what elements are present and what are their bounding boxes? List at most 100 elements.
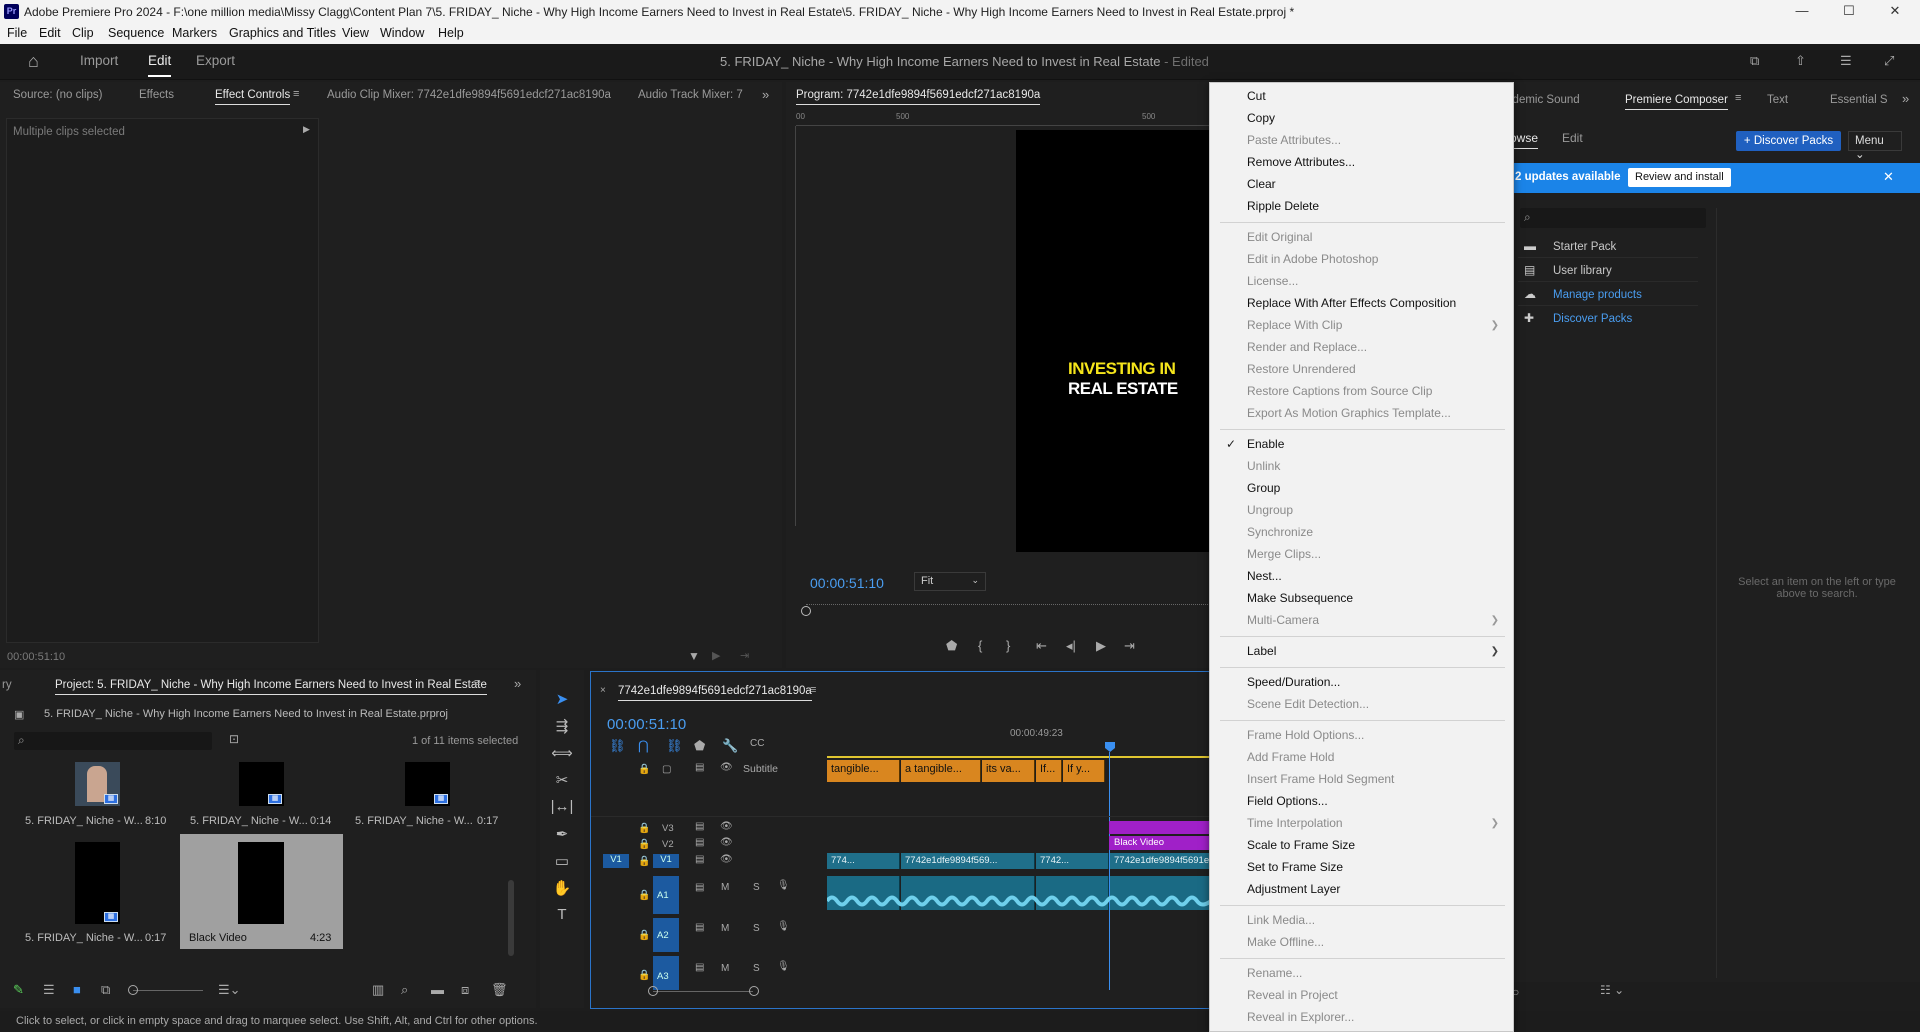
video-clip[interactable]: 7742... (1036, 853, 1109, 869)
work-area-bar[interactable] (827, 756, 1211, 758)
list-item-starter-pack[interactable]: ▬ Starter Pack (1518, 236, 1698, 258)
play-icon[interactable]: ▶ (1096, 638, 1106, 654)
wrench-icon[interactable]: 🔧 (722, 738, 738, 754)
slip-tool-icon[interactable]: |↔| (550, 798, 574, 815)
more-tabs-icon[interactable]: » (762, 87, 769, 102)
panel-menu-icon[interactable]: ≡ (474, 677, 480, 689)
menu-view[interactable]: View (342, 26, 369, 40)
list-view-icon[interactable]: ☰ (43, 982, 55, 998)
project-item-black-video[interactable]: Black Video 4:23 (180, 834, 343, 949)
freeform-view-icon[interactable]: ⧉ (101, 982, 110, 998)
quick-export-icon[interactable]: ⧉ (1750, 53, 1759, 69)
step-forward-icon[interactable]: ⇥ (1124, 638, 1135, 654)
tab-epidemic-sound[interactable]: idemic Sound (1510, 94, 1580, 106)
lock-icon[interactable]: 🔒 (638, 930, 650, 941)
film-icon[interactable]: ▤ (695, 962, 704, 973)
caption-clip[interactable]: tangible... (827, 760, 900, 782)
tab-project[interactable]: Project: 5. FRIDAY_ Niche - Why High Inc… (55, 679, 487, 695)
track-label-v1[interactable]: V1 (653, 854, 679, 868)
project-item-thumbnail[interactable]: ▦ (239, 762, 284, 806)
tab-source[interactable]: Source: (no clips) (13, 89, 102, 101)
mute-button[interactable]: M (721, 882, 729, 893)
video-clip[interactable]: 7742e1dfe9894f5691ed (1110, 853, 1211, 869)
menu-edit[interactable]: Edit (39, 26, 61, 40)
program-scrub-bar[interactable] (801, 604, 1210, 616)
tab-effects[interactable]: Effects (139, 89, 174, 101)
tab-composer-edit[interactable]: Edit (1562, 131, 1583, 145)
maximize-button[interactable]: ☐ (1834, 3, 1864, 19)
black-video-clip[interactable]: Black Video (1109, 836, 1211, 850)
ripple-edit-tool-icon[interactable]: ⟺ (550, 744, 574, 762)
target-icon[interactable]: ▢ (662, 764, 671, 775)
menu-item-ripple-delete[interactable]: Ripple Delete (1247, 199, 1319, 213)
mute-button[interactable]: M (721, 963, 729, 974)
pencil-icon[interactable]: ✎ (13, 982, 24, 998)
icon-view-icon[interactable]: ■ (73, 982, 81, 997)
tab-audio-track-mixer[interactable]: Audio Track Mixer: 7 (638, 89, 743, 101)
project-search-input[interactable]: ⌕ (14, 732, 212, 750)
tab-export[interactable]: Export (196, 53, 235, 68)
film-icon[interactable]: ▤ (695, 821, 704, 832)
step-back-icon[interactable]: ◂| (1066, 638, 1076, 654)
new-item-icon[interactable]: ⧈ (461, 982, 469, 998)
new-bin-icon[interactable]: ▬ (431, 982, 444, 997)
caption-clip[interactable]: a tangible... (901, 760, 981, 782)
solo-button[interactable]: S (753, 963, 760, 974)
caption-clip[interactable]: its va... (982, 760, 1035, 782)
captions-icon[interactable]: CC (750, 738, 764, 749)
workspaces-icon[interactable]: ☰ (1840, 53, 1852, 69)
film-icon[interactable]: ▤ (695, 762, 704, 773)
lock-icon[interactable]: 🔒 (638, 823, 650, 834)
sort-icon[interactable]: ☰⌄ (218, 982, 241, 998)
menu-item-field-options[interactable]: Field Options... (1247, 794, 1328, 808)
close-window-button[interactable]: ✕ (1880, 3, 1910, 19)
solo-button[interactable]: S (753, 923, 760, 934)
menu-item-label[interactable]: Label (1247, 644, 1276, 658)
program-timecode[interactable]: 00:00:51:10 (810, 575, 884, 591)
panel-menu-icon[interactable]: ≡ (1735, 92, 1741, 104)
eye-icon[interactable]: 👁 (720, 762, 733, 773)
menu-markers[interactable]: Markers (172, 26, 217, 40)
playhead-handle[interactable] (801, 606, 811, 616)
menu-window[interactable]: Window (380, 26, 424, 40)
microphone-icon[interactable]: 🎙 (777, 961, 790, 972)
menu-item-clear[interactable]: Clear (1247, 177, 1276, 191)
more-tabs-icon[interactable]: » (514, 676, 521, 691)
menu-item-copy[interactable]: Copy (1247, 111, 1275, 125)
project-item-thumbnail[interactable]: ▦ (75, 842, 120, 924)
share-icon[interactable]: ⇧ (1795, 53, 1806, 69)
menu-item-enable[interactable]: Enable (1247, 437, 1284, 451)
tab-browse[interactable]: owse (1510, 131, 1539, 149)
list-item-discover-packs[interactable]: ✚ Discover Packs (1518, 308, 1698, 330)
add-marker-icon[interactable]: ⬟ (694, 738, 705, 754)
minimize-button[interactable]: — (1787, 3, 1817, 18)
tab-import[interactable]: Import (80, 53, 118, 68)
snap-icon[interactable]: ⋂ (638, 738, 649, 754)
rectangle-tool-icon[interactable]: ▭ (550, 852, 574, 870)
eye-icon[interactable]: 👁 (720, 837, 733, 848)
lock-icon[interactable]: 🔒 (638, 890, 650, 901)
film-icon[interactable]: ▤ (695, 854, 704, 865)
playhead-icon[interactable] (1105, 742, 1115, 752)
mark-out-icon[interactable]: } (1006, 638, 1010, 653)
menu-item-replace-with-ae-comp[interactable]: Replace With After Effects Composition (1247, 296, 1456, 310)
composer-search-input[interactable]: ⌕ (1520, 208, 1706, 228)
lock-icon[interactable]: 🔒 (638, 856, 650, 867)
menu-sequence[interactable]: Sequence (108, 26, 164, 40)
menu-item-speed-duration[interactable]: Speed/Duration... (1247, 675, 1340, 689)
lock-icon[interactable]: 🔒 (638, 839, 650, 850)
tab-audio-clip-mixer[interactable]: Audio Clip Mixer: 7742e1dfe9894f5691edcf… (327, 89, 611, 101)
video-clip[interactable]: 7742e1dfe9894f569... (901, 853, 1035, 869)
list-item-user-library[interactable]: ▤ User library (1518, 260, 1698, 282)
mark-in-icon[interactable]: { (978, 638, 982, 653)
caption-clip[interactable]: If... (1036, 760, 1062, 782)
project-item-thumbnail[interactable]: ▦ (75, 762, 120, 806)
expand-arrow-icon[interactable]: ▶ (303, 124, 310, 135)
tab-text[interactable]: Text (1767, 94, 1788, 106)
hand-tool-icon[interactable]: ✋ (550, 879, 574, 897)
automate-to-sequence-icon[interactable]: ▥ (372, 982, 384, 998)
razor-tool-icon[interactable]: ✂ (550, 771, 574, 789)
add-marker-icon[interactable]: ⬟ (946, 638, 957, 654)
list-item-manage-products[interactable]: ☁ Manage products (1518, 284, 1698, 306)
composer-menu-button[interactable]: Menu ⌄ (1848, 131, 1902, 161)
